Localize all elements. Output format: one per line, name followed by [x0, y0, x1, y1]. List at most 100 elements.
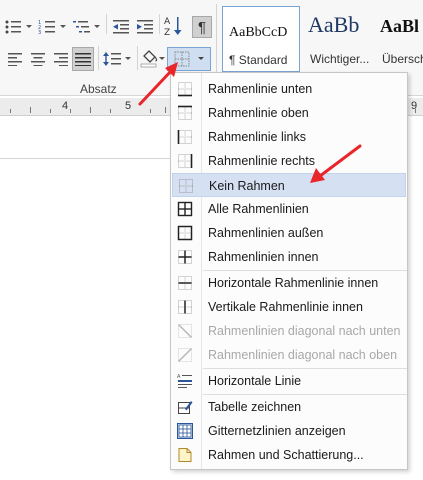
align-left-icon — [8, 53, 22, 66]
menu-item-label: Kein Rahmen — [209, 179, 285, 193]
ruler-number: 9 — [411, 100, 418, 112]
style-ueberschrift[interactable]: AaBl Überschr — [376, 6, 423, 72]
diagonal-down-border-icon — [178, 324, 192, 338]
style-wichtiger[interactable]: AaBb Wichtiger... — [304, 6, 374, 72]
line-spacing-icon — [103, 52, 131, 66]
increase-indent-icon — [137, 20, 153, 34]
menu-item-draw-table[interactable]: Tabelle zeichnen — [172, 395, 406, 419]
menu-item-show-gridlines[interactable]: Gitternetzlinien anzeigen — [172, 419, 406, 443]
align-right-icon — [54, 53, 68, 66]
inside-borders-icon — [178, 250, 192, 264]
gridlines-icon — [177, 423, 193, 439]
outside-borders-icon — [177, 225, 193, 241]
diagonal-up-border-icon — [178, 348, 192, 362]
ruler-tick — [30, 107, 31, 113]
sort-label-a: A — [164, 17, 171, 27]
no-border-icon — [179, 179, 193, 193]
border-right-icon — [178, 154, 193, 168]
pilcrow-icon: ¶ — [197, 18, 207, 36]
menu-item-label: Rahmenlinie links — [208, 130, 306, 144]
menu-item-label: Rahmenlinie rechts — [208, 154, 315, 168]
border-left-icon — [177, 130, 192, 144]
style-standard[interactable]: AaBbCcD ¶ Standard — [222, 6, 300, 72]
ruler-tick — [50, 109, 51, 113]
align-center-icon — [31, 53, 45, 66]
shading-button[interactable] — [140, 47, 166, 69]
ribbon-separator — [137, 46, 138, 70]
align-center-button[interactable] — [28, 48, 48, 70]
ruler-tick — [70, 109, 71, 113]
menu-item-inside-horizontal[interactable]: Horizontale Rahmenlinie innen — [172, 271, 406, 295]
ribbon-separator — [98, 46, 99, 70]
menu-item-label: Tabelle zeichnen — [208, 400, 302, 414]
menu-item-borders-shading[interactable]: Rahmen und Schattierung... — [172, 443, 406, 467]
menu-item-diagonal-up: Rahmenlinien diagonal nach oben — [172, 343, 406, 367]
menu-item-border-left[interactable]: Rahmenlinie links — [172, 125, 406, 149]
show-formatting-button[interactable]: ¶ — [192, 16, 212, 38]
menu-item-label: Gitternetzlinien anzeigen — [208, 424, 346, 438]
inside-vertical-border-icon — [178, 300, 192, 314]
line-spacing-button[interactable] — [102, 48, 134, 70]
menu-item-border-right[interactable]: Rahmenlinie rechts — [172, 149, 406, 173]
menu-item-label: Rahmenlinien außen — [208, 226, 324, 240]
border-top-icon — [178, 105, 192, 120]
ruler-tick — [90, 107, 91, 113]
menu-item-border-bottom[interactable]: Rahmenlinie unten — [172, 77, 406, 101]
menu-item-label: Horizontale Linie — [208, 374, 302, 388]
style-preview: AaBl — [380, 16, 420, 36]
style-preview: AaBb — [308, 12, 360, 37]
paragraph-group-label: Absatz — [80, 82, 117, 96]
bullet-list-icon — [5, 20, 32, 34]
all-borders-icon — [177, 201, 193, 217]
ruler-tick — [150, 109, 151, 113]
style-name: Wichtiger... — [310, 52, 370, 66]
borders-button[interactable] — [167, 47, 211, 71]
menu-item-all-borders[interactable]: Alle Rahmenlinien — [172, 197, 406, 221]
menu-item-label: Rahmenlinie oben — [208, 106, 309, 120]
paint-bucket-icon — [140, 50, 165, 68]
menu-item-outside-borders[interactable]: Rahmenlinien außen — [172, 221, 406, 245]
menu-item-diagonal-down: Rahmenlinien diagonal nach unten — [172, 319, 406, 343]
numbering-button[interactable]: 123 — [38, 16, 68, 38]
menu-item-label: Vertikale Rahmenlinie innen — [208, 300, 363, 314]
draw-table-icon — [178, 401, 193, 414]
multilevel-list-button[interactable] — [72, 16, 102, 38]
inside-horizontal-border-icon — [178, 276, 192, 290]
styles-gallery: AaBbCcD ¶ Standard AaBb Wichtiger... AaB… — [222, 6, 423, 72]
align-right-button[interactable] — [50, 48, 70, 70]
borders-dropdown-menu: Rahmenlinie unten Rahmenlinie oben Rahme… — [170, 72, 408, 470]
justify-button[interactable] — [72, 47, 94, 71]
ribbon-separator — [159, 14, 160, 34]
menu-item-label: Horizontale Rahmenlinie innen — [208, 276, 379, 290]
svg-text:A: A — [177, 374, 181, 380]
menu-item-label: Rahmenlinien diagonal nach oben — [208, 348, 398, 362]
menu-item-inside-vertical[interactable]: Vertikale Rahmenlinie innen — [172, 295, 406, 319]
borders-icon — [174, 51, 204, 67]
justify-icon — [75, 53, 91, 66]
menu-item-label: Rahmen und Schattierung... — [208, 448, 364, 462]
border-bottom-icon — [178, 82, 192, 97]
menu-item-label: Rahmenlinien diagonal nach unten — [208, 324, 401, 338]
increase-indent-button[interactable] — [134, 16, 156, 38]
sort-button[interactable]: AZ — [162, 14, 184, 38]
bullets-button[interactable] — [4, 16, 34, 38]
ribbon-separator — [106, 14, 107, 34]
horizontal-line-icon: A — [177, 374, 192, 388]
menu-item-border-top[interactable]: Rahmenlinie oben — [172, 101, 406, 125]
ruler-tick — [110, 109, 111, 113]
ruler-tick — [10, 109, 11, 113]
menu-item-horizontal-line[interactable]: A Horizontale Linie — [172, 369, 406, 393]
ruler-tick — [165, 107, 166, 113]
decrease-indent-button[interactable] — [110, 16, 132, 38]
ruler-number: 5 — [125, 100, 132, 112]
align-left-button[interactable] — [6, 48, 26, 70]
style-name: Überschr — [382, 52, 423, 66]
sort-icon: AZ — [164, 17, 182, 37]
document-page-edge — [0, 158, 172, 159]
menu-item-label: Rahmenlinie unten — [208, 82, 313, 96]
menu-item-label: Rahmenlinien innen — [208, 250, 319, 264]
menu-item-no-border[interactable]: Kein Rahmen — [172, 173, 406, 197]
ruler-number: 4 — [62, 100, 69, 112]
menu-item-inside-borders[interactable]: Rahmenlinien innen — [172, 245, 406, 269]
numbered-list-icon: 123 — [38, 20, 66, 35]
